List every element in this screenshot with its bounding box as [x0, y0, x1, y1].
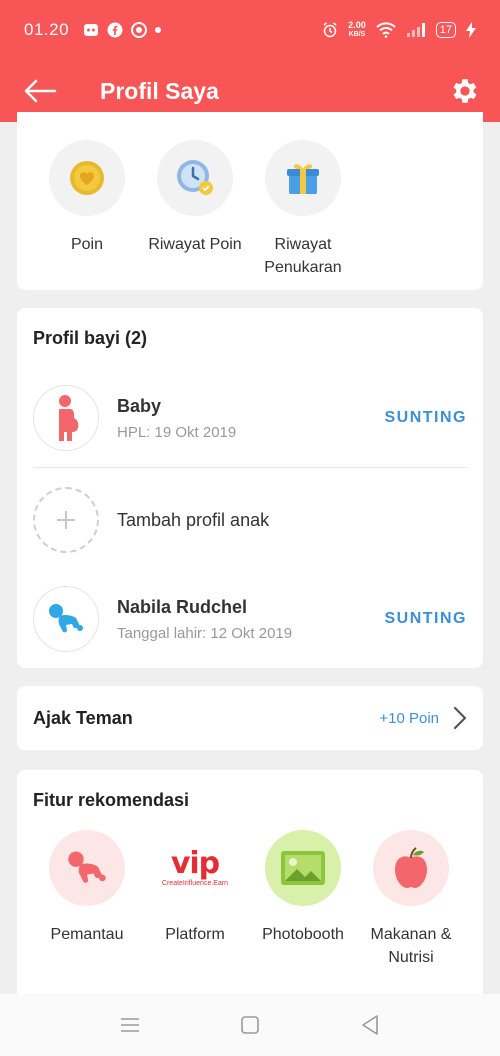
- app-notification-icon: [83, 22, 99, 38]
- points-button[interactable]: Poin: [33, 140, 141, 279]
- baby-profile-card: Profil bayi (2) Baby HPL: 19 Okt 2019 SU…: [17, 308, 483, 668]
- home-button[interactable]: [230, 1005, 270, 1045]
- divider: [33, 467, 467, 468]
- signal-icon: [406, 23, 426, 37]
- facebook-icon: [107, 22, 123, 38]
- alarm-icon: [322, 22, 338, 38]
- feature-food-nutrition-label: Makanan & Nutrisi: [370, 926, 452, 966]
- points-label: Poin: [70, 236, 104, 253]
- apple-icon: [373, 830, 449, 906]
- pregnant-avatar-icon: [33, 385, 99, 451]
- system-nav-bar: [0, 994, 500, 1056]
- back-nav-button[interactable]: [350, 1005, 390, 1045]
- baby-due-date: HPL: 19 Okt 2019: [117, 423, 237, 441]
- chevron-right-icon: [453, 706, 467, 730]
- feature-platform-label: Platform: [165, 926, 225, 943]
- battery-indicator: 17: [435, 22, 456, 38]
- status-bar: 01.20 2.00 KB/S 17: [0, 0, 500, 60]
- crawling-baby-icon: [49, 830, 125, 906]
- gear-icon: [453, 79, 477, 103]
- add-child-label: Tambah profil anak: [117, 509, 270, 530]
- gift-icon: [265, 140, 341, 216]
- charging-icon: [466, 22, 476, 38]
- child-profile-row[interactable]: Nabila Rudchel Tanggal lahir: 12 Okt 201…: [33, 585, 467, 653]
- add-child-row[interactable]: Tambah profil anak: [33, 486, 467, 554]
- points-card: Poin Riwayat Poin Riwayat Penukaran: [17, 112, 483, 290]
- points-history-label: Riwayat Poin: [148, 236, 242, 253]
- image-icon: [265, 830, 341, 906]
- baby-name: Baby: [117, 395, 162, 416]
- child-name: Nabila Rudchel: [117, 596, 248, 617]
- feature-tracker[interactable]: Pemantau: [33, 830, 141, 969]
- clock-history-icon: [157, 140, 233, 216]
- feature-food-nutrition[interactable]: Makanan & Nutrisi: [357, 830, 465, 969]
- page-title: Profil Saya: [100, 77, 219, 104]
- crawling-baby-avatar-icon: [33, 586, 99, 652]
- feature-photobooth-label: Photobooth: [262, 926, 344, 943]
- target-icon: [131, 22, 148, 38]
- vip-logo-icon: vip CreateInfluence.Earn: [157, 830, 233, 906]
- baby-profile-title: Profil bayi (2): [33, 328, 148, 348]
- arrow-left-icon: [24, 79, 57, 103]
- points-history-button[interactable]: Riwayat Poin: [141, 140, 249, 279]
- feature-platform[interactable]: vip CreateInfluence.Earn Platform: [141, 830, 249, 969]
- coin-heart-icon: [49, 140, 125, 216]
- redemption-history-button[interactable]: Riwayat Penukaran: [249, 140, 357, 279]
- network-speed: 2.00 KB/S: [348, 20, 366, 39]
- feature-tracker-label: Pemantau: [50, 926, 124, 943]
- edit-baby-button[interactable]: SUNTING: [385, 409, 468, 427]
- invite-points-badge: +10 Poin: [379, 709, 439, 727]
- baby-profile-row[interactable]: Baby HPL: 19 Okt 2019 SUNTING: [33, 384, 467, 452]
- square-icon: [241, 1016, 259, 1034]
- status-time: 01.20: [24, 20, 70, 39]
- invite-friends-row[interactable]: Ajak Teman +10 Poin: [17, 686, 483, 750]
- menu-button[interactable]: [110, 1005, 150, 1045]
- recommended-title: Fitur rekomendasi: [33, 790, 190, 810]
- invite-friends-label: Ajak Teman: [33, 707, 133, 728]
- child-birth-date: Tanggal lahir: 12 Okt 2019: [117, 624, 293, 642]
- redemption-history-label: Riwayat Penukaran: [264, 236, 342, 276]
- edit-child-button[interactable]: SUNTING: [385, 610, 468, 628]
- plus-icon: [33, 487, 99, 553]
- notification-dot-icon: [155, 27, 162, 33]
- wifi-icon: [376, 22, 396, 38]
- triangle-back-icon: [362, 1015, 378, 1035]
- recommended-features-card: Fitur rekomendasi Pemantau vip CreateInf…: [17, 770, 483, 1000]
- feature-photobooth[interactable]: Photobooth: [249, 830, 357, 969]
- menu-icon: [121, 1018, 139, 1032]
